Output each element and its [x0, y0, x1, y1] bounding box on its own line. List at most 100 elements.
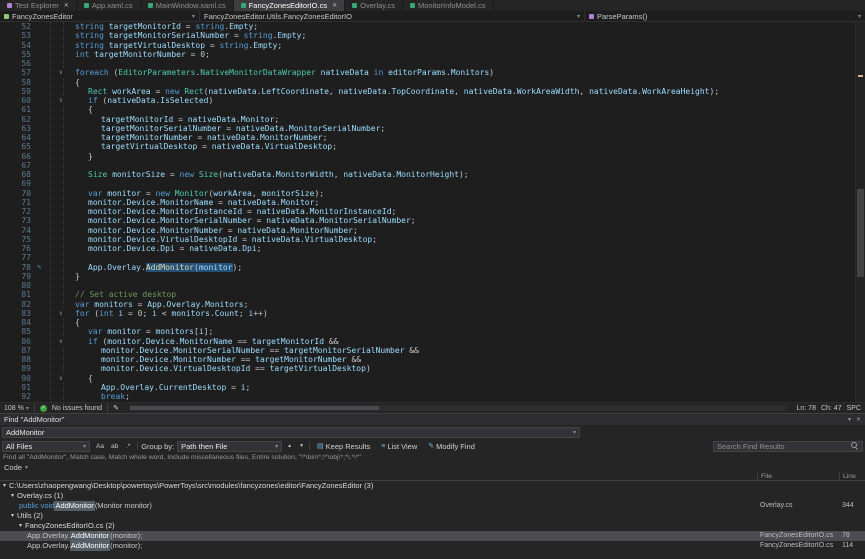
fold-chevron-icon[interactable]: ∨ [58, 96, 64, 105]
tab-close-icon[interactable]: ✕ [332, 2, 337, 9]
code-text[interactable]: App.Overlay.AddMonitor(monitor); [48, 263, 242, 272]
code-text[interactable]: monitor.Device.MonitorName = nativeData.… [48, 198, 319, 207]
code-text[interactable]: Size monitorSize = new Size(nativeData.M… [48, 170, 469, 179]
find-result-row[interactable]: App.Overlay.AddMonitor(monitor);FancyZon… [0, 541, 865, 551]
code-text[interactable] [48, 59, 75, 68]
find-panel-titlebar[interactable]: Find "AddMonitor" ▾ ✕ [0, 414, 865, 425]
code-text[interactable]: } [48, 152, 93, 161]
expander-icon[interactable]: ▾ [19, 521, 22, 531]
code-text[interactable]: monitor.Device.VirtualDesktopId = native… [48, 235, 377, 244]
tab-test-explorer[interactable]: Test Explorer✕ [0, 0, 77, 11]
find-result-row[interactable]: ▾Utils (2) [0, 511, 865, 521]
code-filter-dropdown[interactable]: Code ▾ [0, 462, 865, 472]
find-result-row[interactable]: App.Overlay.AddMonitor(monitor);FancyZon… [0, 531, 865, 541]
search-find-results-input[interactable]: Search Find Results [713, 441, 863, 452]
code-text[interactable]: var monitors = App.Overlay.Monitors; [48, 300, 248, 309]
scope-dropdown[interactable]: All Files ▾ [2, 441, 90, 452]
close-icon[interactable]: ✕ [856, 416, 861, 423]
code-text[interactable] [48, 253, 75, 262]
tab-mainwindow-xaml-cs[interactable]: MainWindow.xaml.cs [141, 0, 234, 11]
vertical-scrollbar[interactable] [855, 22, 865, 402]
option-aa-icon[interactable]: Aa [93, 441, 107, 452]
code-cleanup-icon[interactable]: ✎ [113, 403, 119, 414]
code-text[interactable]: targetMonitorSerialNumber = nativeData.M… [48, 124, 385, 133]
horizontal-scrollbar[interactable] [130, 405, 786, 411]
code-text[interactable]: if (monitor.Device.MonitorName == target… [48, 337, 339, 346]
expander-icon[interactable]: ▾ [11, 511, 14, 521]
fold-chevron-icon[interactable]: ∨ [58, 309, 64, 318]
find-result-row[interactable]: ▾C:\Users\zhaopengwang\Desktop\powertoys… [0, 481, 865, 491]
code-text[interactable]: int targetMonitorNumber = 0; [48, 50, 210, 59]
code-text[interactable]: foreach (EditorParameters.NativeMonitorD… [48, 68, 494, 77]
type-dropdown[interactable]: FancyZonesEditor.Utils.FancyZonesEditorI… [200, 11, 585, 21]
expander-icon[interactable]: ▾ [11, 491, 14, 501]
tab-fancyzoneseditorio-cs[interactable]: FancyZonesEditorIO.cs✕ [234, 0, 345, 11]
code-text[interactable]: App.Overlay.CurrentDesktop = i; [48, 383, 250, 392]
fold-chevron-icon[interactable]: ∨ [58, 374, 64, 383]
line-number: 63 [0, 124, 34, 133]
code-text[interactable]: Rect workArea = new Rect(nativeData.Left… [48, 87, 719, 96]
code-text[interactable]: for (int i = 0; i < monitors.Count; i++) [48, 309, 268, 318]
file-column-header[interactable]: File [757, 473, 839, 480]
result-line: 114 [839, 541, 865, 551]
code-text[interactable]: // Set active desktop [48, 290, 176, 299]
modify-find-button[interactable]: ✎ Modify Find [424, 441, 479, 452]
line-column-header[interactable]: Line [839, 473, 865, 480]
list-view-button[interactable]: ≡ List View [377, 441, 421, 452]
code-text[interactable]: monitor.Device.VirtualDesktopId == targe… [48, 364, 371, 373]
tab-app-xaml-cs[interactable]: App.xaml.cs [77, 0, 141, 11]
code-text[interactable]: } [48, 272, 80, 281]
tab-close-icon[interactable]: ✕ [64, 2, 69, 9]
code-text[interactable] [48, 179, 75, 188]
code-text[interactable]: string targetMonitorId = string.Empty; [48, 22, 258, 31]
code-text[interactable]: monitor.Device.MonitorNumber = nativeDat… [48, 226, 358, 235]
code-text[interactable]: string targetVirtualDesktop = string.Emp… [48, 41, 282, 50]
option-ab-icon[interactable]: ab [108, 441, 121, 452]
code-line: 69 [0, 179, 865, 188]
code-text[interactable]: monitor.Device.MonitorNumber == targetMo… [48, 355, 361, 364]
code-text[interactable]: monitor.Device.Dpi = nativeData.Dpi; [48, 244, 261, 253]
zoom-control[interactable]: 108 % ▾ [4, 405, 29, 412]
code-text[interactable]: targetMonitorId = nativeData.Monitor; [48, 115, 279, 124]
tab-monitorinfomodel-cs[interactable]: MonitorInfoModel.cs [403, 0, 494, 11]
code-text[interactable]: targetMonitorNumber = nativeData.Monitor… [48, 133, 327, 142]
code-text[interactable] [48, 281, 75, 290]
code-text[interactable]: { [48, 78, 80, 87]
expander-icon[interactable]: ▾ [3, 481, 6, 491]
code-text[interactable]: string targetMonitorSerialNumber = strin… [48, 31, 306, 40]
code-text[interactable]: { [48, 374, 93, 383]
find-query-combobox[interactable]: AddMonitor ▾ [2, 427, 580, 438]
code-text[interactable]: { [48, 318, 80, 327]
find-result-row[interactable]: public void AddMonitor(Monitor monitor)O… [0, 501, 865, 511]
code-text[interactable] [48, 161, 75, 170]
line-number: 74 [0, 226, 34, 235]
code-text[interactable]: monitor.Device.MonitorInstanceId = nativ… [48, 207, 396, 216]
find-result-row[interactable]: ▾FancyZonesEditorIO.cs (2) [0, 521, 865, 531]
tab-overlay-cs[interactable]: Overlay.cs [345, 0, 403, 11]
group-by-dropdown[interactable]: Path then File ▾ [177, 441, 282, 452]
window-position-icon[interactable]: ▾ [848, 416, 851, 423]
code-text[interactable]: monitor.Device.MonitorSerialNumber = nat… [48, 216, 416, 225]
code-text[interactable]: targetVirtualDesktop = nativeData.Virtua… [48, 142, 337, 151]
fold-chevron-icon[interactable]: ∨ [58, 68, 64, 77]
member-dropdown[interactable]: ParseParams() ▾ [585, 11, 865, 21]
code-text[interactable]: var monitor = monitors[i]; [48, 327, 213, 336]
vertical-scrollbar-thumb[interactable] [857, 189, 864, 276]
code-text[interactable]: { [48, 105, 93, 114]
next-result-button[interactable]: ▼ [297, 443, 306, 449]
option--icon[interactable]: .* [122, 441, 134, 452]
previous-result-button[interactable]: ▲ [285, 443, 294, 449]
code-text[interactable]: monitor.Device.MonitorSerialNumber == ta… [48, 346, 419, 355]
health-check-icon[interactable]: ✓ [40, 405, 47, 412]
code-text[interactable]: break; [48, 392, 130, 401]
code-text[interactable]: if (nativeData.IsSelected) [48, 96, 213, 105]
horizontal-scrollbar-thumb[interactable] [130, 406, 379, 410]
code-editor[interactable]: 52string targetMonitorId = string.Empty;… [0, 22, 865, 402]
search-icon [851, 442, 859, 450]
keep-results-button[interactable]: ▤ Keep Results [313, 441, 374, 452]
code-text[interactable]: var monitor = new Monitor(workArea, moni… [48, 189, 324, 198]
fold-chevron-icon[interactable]: ∨ [58, 337, 64, 346]
result-label: C:\Users\zhaopengwang\Desktop\powertoys\… [9, 481, 373, 491]
project-dropdown[interactable]: FancyZonesEditor ▾ [0, 11, 200, 21]
find-result-row[interactable]: ▾Overlay.cs (1) [0, 491, 865, 501]
